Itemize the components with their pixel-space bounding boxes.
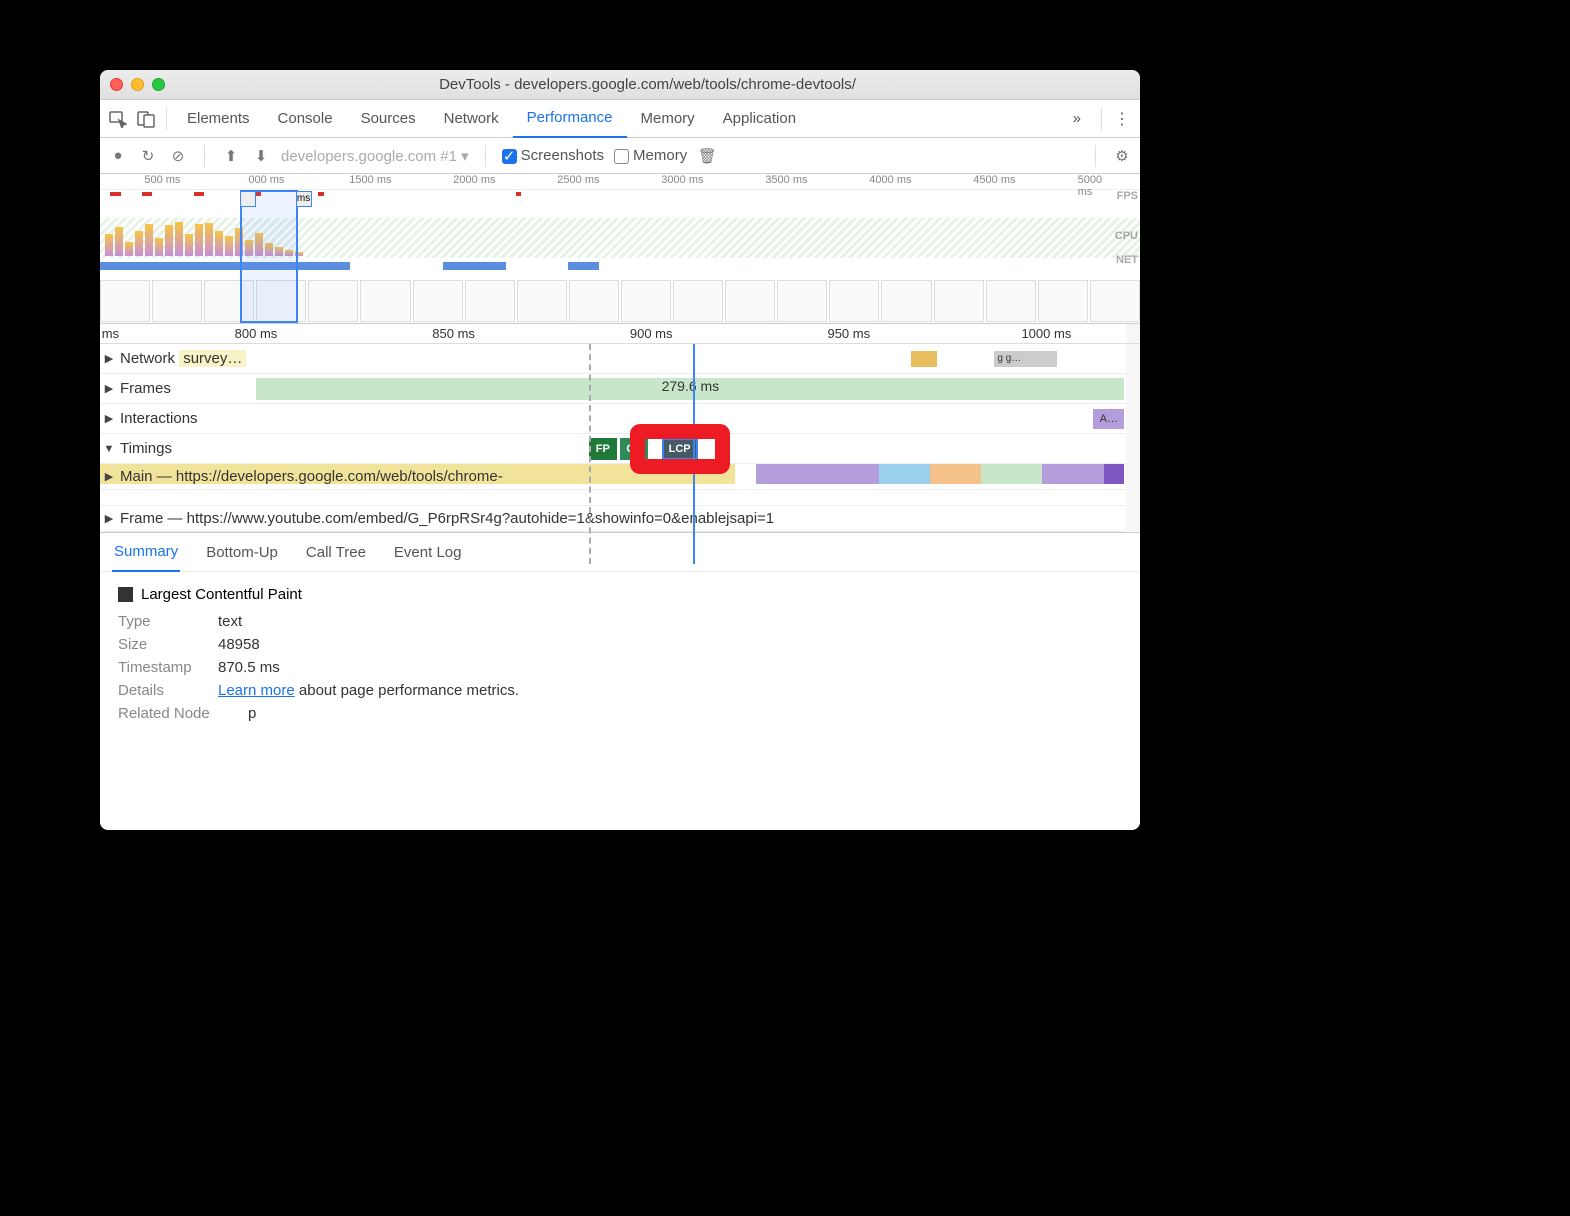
selection-tabs: Summary Bottom-Up Call Tree Event Log [100,532,1140,572]
network-event[interactable] [911,351,937,367]
reload-icon[interactable]: ↻ [138,147,158,165]
track-interactions[interactable]: ▶ Interactions A… [100,404,1140,434]
track-main[interactable]: ▶ Main — https://developers.google.com/w… [100,464,1140,490]
summary-val: 870.5 ms [218,659,280,676]
detail-ruler[interactable]: ms 800 ms 850 ms 900 ms 950 ms 1000 ms [100,324,1140,344]
tab-elements[interactable]: Elements [173,100,264,138]
overview-ruler: 500 ms 000 ms 1500 ms 2000 ms 2500 ms 30… [100,174,1140,190]
summary-details-text: about page performance metrics. [295,682,519,699]
expand-icon[interactable]: ▶ [100,470,118,483]
device-toggle-icon[interactable] [132,105,160,133]
settings-icon[interactable]: ⚙ [1112,147,1132,165]
selection-handle-right[interactable]: ms [296,191,312,207]
summary-key: Details [118,682,208,699]
dashed-marker [589,344,591,564]
more-tabs-icon[interactable]: » [1059,100,1095,138]
learn-more-link[interactable]: Learn more [218,682,295,699]
tab-console[interactable]: Console [264,100,347,138]
det-tick: 950 ms [827,326,870,341]
zoom-icon[interactable] [152,78,165,91]
frame-duration: 279.6 ms [662,378,720,394]
ov-tick: 000 ms [248,174,284,186]
devtools-window: DevTools - developers.google.com/web/too… [100,70,1140,830]
annotation-highlight-box [630,424,730,474]
track-timings[interactable]: ▼ Timings FP CP LCP [100,434,1140,464]
minimize-icon[interactable] [131,78,144,91]
summary-val: 48958 [218,636,260,653]
titlebar: DevTools - developers.google.com/web/too… [100,70,1140,100]
collapse-icon[interactable]: ▼ [100,443,118,455]
det-tick: 900 ms [630,326,673,341]
ov-tick: 4000 ms [869,174,911,186]
det-tick: 1000 ms [1021,326,1071,341]
det-tick: 800 ms [235,326,278,341]
summary-key: Type [118,613,208,630]
tab-application[interactable]: Application [709,100,810,138]
ov-tick: 4500 ms [973,174,1015,186]
track-frames[interactable]: ▶ Frames 279.6 ms [100,374,1140,404]
profile-dropdown[interactable]: developers.google.com #1 ▾ [281,147,469,165]
color-swatch-icon [118,587,133,602]
expand-icon[interactable]: ▶ [100,512,118,525]
close-icon[interactable] [110,78,123,91]
tab-event-log[interactable]: Event Log [392,532,464,572]
tab-sources[interactable]: Sources [347,100,430,138]
summary-key: Related Node [118,705,238,722]
overview-timeline[interactable]: 500 ms 000 ms 1500 ms 2000 ms 2500 ms 30… [100,174,1140,324]
ov-tick: 3000 ms [661,174,703,186]
trash-icon[interactable]: 🗑 [697,147,717,165]
flame-chart-tracks[interactable]: ▶ Network survey… g g… ▶ Frames 279.6 ms… [100,344,1140,532]
ov-tick: 1500 ms [349,174,391,186]
overview-selection[interactable]: ms [240,190,297,323]
tab-network[interactable]: Network [430,100,513,138]
summary-title: Largest Contentful Paint [141,586,302,603]
selection-handle-left[interactable] [240,191,256,207]
ov-tick: 3500 ms [765,174,807,186]
kebab-menu-icon[interactable]: ⋮ [1108,105,1136,133]
ov-tick: 2000 ms [453,174,495,186]
det-tick: 850 ms [432,326,475,341]
horizontal-scrollbar[interactable] [1126,324,1140,343]
summary-key: Size [118,636,208,653]
expand-icon[interactable]: ▶ [100,412,118,425]
ov-tick: 500 ms [144,174,180,186]
tab-performance[interactable]: Performance [513,100,627,138]
clear-icon[interactable]: ⊘ [168,147,188,165]
tab-summary[interactable]: Summary [112,532,180,572]
devtools-tabs: Elements Console Sources Network Perform… [100,100,1140,138]
download-icon[interactable]: ⬇ [251,147,271,165]
summary-panel: Largest Contentful Paint Type text Size 48… [100,572,1140,742]
tab-memory[interactable]: Memory [627,100,709,138]
summary-val: text [218,613,242,630]
memory-checkbox[interactable]: Memory [614,147,687,164]
tab-call-tree[interactable]: Call Tree [304,532,368,572]
expand-icon[interactable]: ▶ [100,382,118,395]
track-spacer [100,490,1140,506]
vertical-scrollbar[interactable] [1126,344,1140,532]
summary-key: Timestamp [118,659,208,676]
track-frame[interactable]: ▶ Frame — https://www.youtube.com/embed/… [100,506,1140,532]
record-icon[interactable]: ● [108,147,128,164]
track-network[interactable]: ▶ Network survey… g g… [100,344,1140,374]
network-event[interactable]: g g… [994,351,1056,367]
expand-icon[interactable]: ▶ [100,352,118,365]
interaction-event[interactable]: A… [1093,409,1124,429]
upload-icon[interactable]: ⬆ [221,147,241,165]
summary-related-node[interactable]: p [248,705,256,722]
window-title: DevTools - developers.google.com/web/too… [165,76,1130,93]
det-tick: ms [102,326,119,341]
perf-toolbar: ● ↻ ⊘ ⬆ ⬇ developers.google.com #1 ▾ ✓Sc… [100,138,1140,174]
tab-bottom-up[interactable]: Bottom-Up [204,532,280,572]
timing-fp[interactable]: FP [589,438,617,460]
inspect-icon[interactable] [104,105,132,133]
screenshots-checkbox[interactable]: ✓Screenshots [502,147,604,164]
ov-tick: 2500 ms [557,174,599,186]
